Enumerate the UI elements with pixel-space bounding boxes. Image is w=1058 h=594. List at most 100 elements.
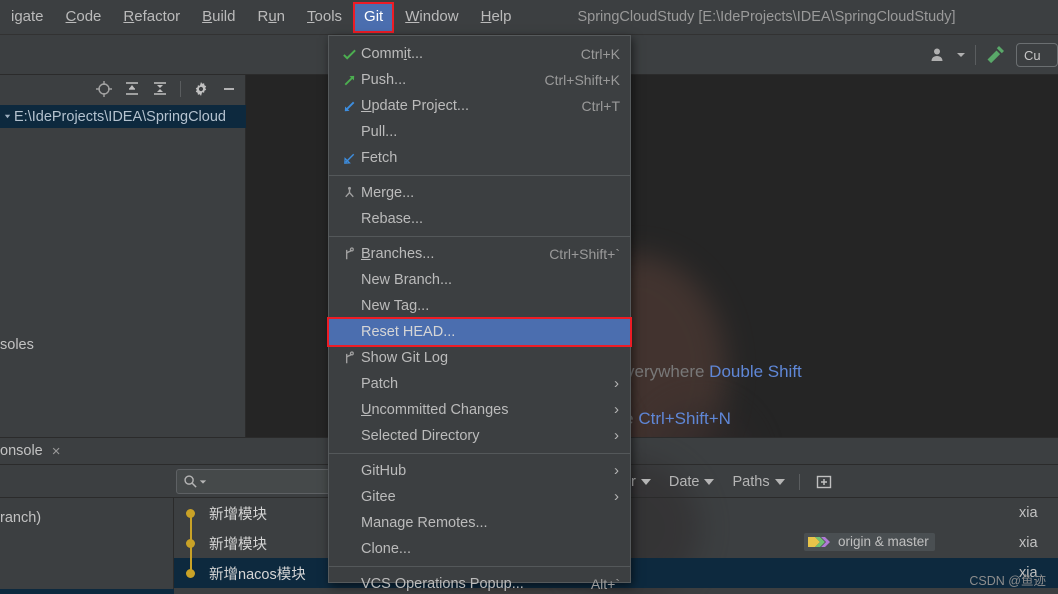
branch-ref-chip[interactable]: origin & master bbox=[804, 533, 935, 551]
git-log-filters: r Date Paths bbox=[622, 465, 837, 498]
title-bar: igate Code Refactor Build Run Tools Git … bbox=[0, 0, 1058, 35]
menu-item-update-project[interactable]: Update Project... Ctrl+T bbox=[329, 93, 630, 119]
menu-shortcut: Ctrl+T bbox=[581, 98, 621, 114]
minimize-icon[interactable] bbox=[216, 77, 242, 101]
filter-paths[interactable]: Paths bbox=[723, 474, 793, 490]
menu-label: Update Project... bbox=[361, 98, 470, 114]
menu-item-vcs-operations-popup[interactable]: VCS Operations Popup... Alt+` bbox=[329, 571, 630, 594]
menu-item-rebase[interactable]: Rebase... bbox=[329, 206, 630, 232]
menu-item-manage-remotes[interactable]: Manage Remotes... bbox=[329, 510, 630, 536]
add-box-icon[interactable] bbox=[811, 470, 837, 494]
hint-shortcut: Double Shift bbox=[709, 362, 802, 381]
menu-label: Patch bbox=[361, 376, 399, 392]
menu-item-selected-directory[interactable]: Selected Directory › bbox=[329, 423, 630, 449]
branch-label: ranch) bbox=[0, 510, 42, 526]
menu-item-pull[interactable]: Pull... bbox=[329, 119, 630, 145]
fetch-arrow-icon bbox=[337, 151, 361, 166]
expand-all-icon[interactable] bbox=[119, 77, 145, 101]
project-tree-selected-row[interactable]: E:\IdeProjects\IDEA\SpringCloud bbox=[0, 105, 246, 128]
consoles-node-label[interactable]: soles bbox=[0, 337, 34, 353]
menu-refactor[interactable]: Refactor bbox=[112, 2, 191, 33]
menu-item-show-git-log[interactable]: Show Git Log bbox=[329, 345, 630, 371]
commit-message: 新增nacos模块 bbox=[209, 566, 306, 583]
close-icon[interactable]: × bbox=[52, 443, 61, 460]
menu-label: Clone... bbox=[361, 541, 411, 557]
idea-window: ch Everywhere Double Shift o File Ctrl+S… bbox=[0, 0, 1058, 594]
menu-label: Commit... bbox=[361, 46, 424, 62]
menu-navigate[interactable]: igate bbox=[0, 2, 55, 33]
menu-item-reset-head[interactable]: Reset HEAD... bbox=[327, 317, 632, 347]
tag-icon bbox=[808, 536, 834, 548]
toolbar-divider bbox=[975, 45, 976, 65]
menu-code[interactable]: Code bbox=[55, 2, 113, 33]
search-dropdown-caret[interactable] bbox=[199, 473, 207, 491]
menu-label: New Branch... bbox=[361, 272, 453, 288]
push-arrow-icon bbox=[337, 73, 361, 88]
chevron-right-icon: › bbox=[614, 462, 619, 479]
menu-label: Selected Directory bbox=[361, 428, 480, 444]
menu-label: Reset HEAD... bbox=[361, 324, 456, 340]
menu-item-push[interactable]: Push... Ctrl+Shift+K bbox=[329, 67, 630, 93]
menu-item-fetch[interactable]: Fetch bbox=[329, 145, 630, 171]
chevron-down-icon bbox=[774, 478, 785, 485]
menu-shortcut: Ctrl+K bbox=[580, 46, 620, 62]
commit-message: 新增模块 bbox=[209, 506, 267, 523]
filter-date[interactable]: Date bbox=[660, 474, 724, 490]
chevron-right-icon: › bbox=[614, 375, 619, 392]
menu-git[interactable]: Git bbox=[353, 1, 395, 33]
chevron-down-icon bbox=[704, 478, 715, 485]
menu-run[interactable]: Run bbox=[246, 2, 296, 33]
update-arrow-icon bbox=[337, 99, 361, 114]
menu-item-github[interactable]: GitHub › bbox=[329, 458, 630, 484]
menu-build[interactable]: Build bbox=[191, 2, 246, 33]
toolbar-divider bbox=[180, 81, 181, 97]
menu-bar: igate Code Refactor Build Run Tools Git … bbox=[0, 0, 522, 35]
csdn-watermark: CSDN @鱼迹 bbox=[969, 574, 1046, 588]
commit-author: xia bbox=[1019, 505, 1038, 521]
settings-gear-icon[interactable] bbox=[188, 77, 214, 101]
filter-label: Date bbox=[668, 473, 700, 490]
search-icon bbox=[183, 474, 198, 489]
menu-shortcut: Ctrl+Shift+K bbox=[544, 72, 620, 88]
menu-label: Gitee bbox=[361, 489, 396, 505]
menu-tools[interactable]: Tools bbox=[296, 2, 353, 33]
filter-label: Paths bbox=[732, 473, 770, 490]
menu-item-clone[interactable]: Clone... bbox=[329, 536, 630, 562]
window-title: SpringCloudStudy [E:\IdeProjects\IDEA\Sp… bbox=[577, 9, 956, 25]
menu-item-commit[interactable]: Commit... Ctrl+K bbox=[329, 41, 630, 67]
menu-item-new-tag[interactable]: New Tag... bbox=[329, 293, 630, 319]
menu-item-new-branch[interactable]: New Branch... bbox=[329, 267, 630, 293]
menu-item-uncommitted-changes[interactable]: Uncommitted Changes › bbox=[329, 397, 630, 423]
menu-label: New Tag... bbox=[361, 298, 430, 314]
menu-item-gitee[interactable]: Gitee › bbox=[329, 484, 630, 510]
commit-message: 新增模块 bbox=[209, 536, 267, 553]
menu-label: Fetch bbox=[361, 150, 398, 166]
menu-label: Rebase... bbox=[361, 211, 424, 227]
locate-target-icon[interactable] bbox=[91, 77, 117, 101]
menu-item-merge[interactable]: Merge... bbox=[329, 180, 630, 206]
menu-label: VCS Operations Popup... bbox=[361, 576, 524, 592]
menu-help[interactable]: Help bbox=[470, 2, 523, 33]
commit-author: xia bbox=[1019, 535, 1038, 551]
project-toolbar bbox=[0, 75, 246, 103]
run-configuration-selector[interactable]: Cu bbox=[1016, 43, 1058, 67]
user-icon[interactable] bbox=[923, 40, 953, 70]
tab-console[interactable]: onsole bbox=[0, 443, 43, 459]
menu-window[interactable]: Window bbox=[394, 2, 469, 33]
chevron-down-icon[interactable] bbox=[0, 112, 14, 121]
git-log-branch-panel[interactable]: ranch) bbox=[0, 498, 174, 594]
collapse-all-icon[interactable] bbox=[147, 77, 173, 101]
filter-label: r bbox=[631, 473, 636, 490]
menu-item-patch[interactable]: Patch › bbox=[329, 371, 630, 397]
menu-item-branches[interactable]: Branches... Ctrl+Shift+` bbox=[329, 241, 630, 267]
commit-graph bbox=[179, 498, 201, 528]
hammer-build-icon[interactable] bbox=[982, 40, 1010, 70]
menu-label: Uncommitted Changes bbox=[361, 402, 509, 418]
merge-icon bbox=[337, 186, 361, 201]
menu-label: GitHub bbox=[361, 463, 407, 479]
branch-icon bbox=[337, 350, 361, 366]
menu-separator bbox=[329, 453, 630, 454]
project-tool-window: E:\IdeProjects\IDEA\SpringCloud soles bbox=[0, 75, 246, 511]
chevron-down-icon[interactable] bbox=[953, 40, 969, 70]
menu-label: Merge... bbox=[361, 185, 415, 201]
